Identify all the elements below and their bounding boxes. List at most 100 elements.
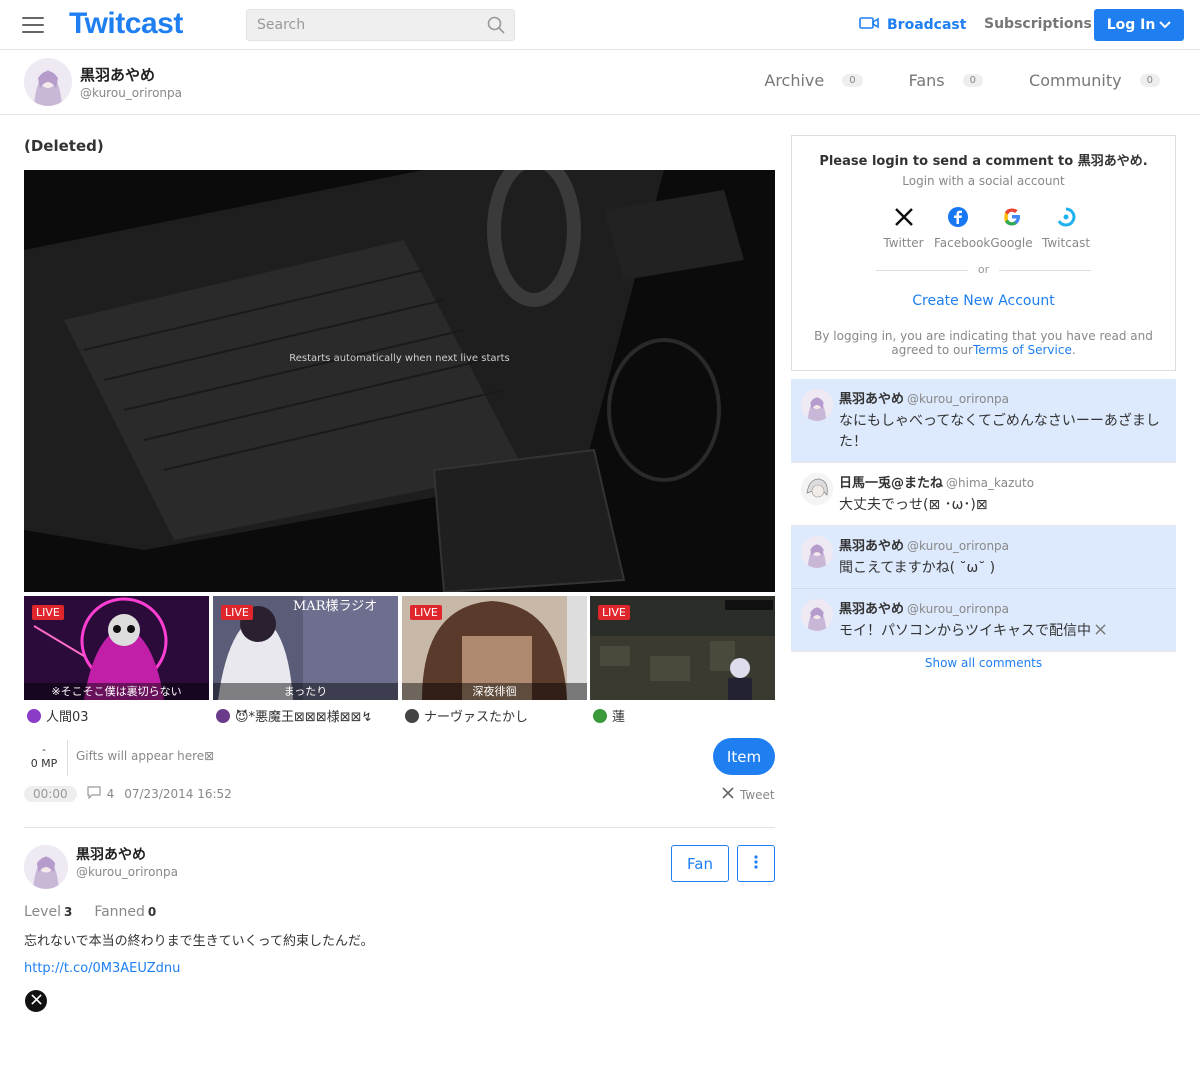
avatar[interactable] bbox=[801, 389, 833, 421]
broadcast-label: Broadcast bbox=[887, 17, 967, 33]
social-label: Twitcast bbox=[1042, 236, 1091, 250]
profile-stats: Level 3 Fanned 0 bbox=[24, 904, 156, 920]
login-label: Log In bbox=[1106, 17, 1156, 33]
terms-notice: By logging in, you are indicating that y… bbox=[804, 329, 1163, 357]
comment-item: 日馬一兎@またね @hima_kazuto 大丈夫でっせ(⊠ ･ω･)⊠ bbox=[791, 463, 1176, 526]
chevron-down-icon bbox=[1159, 17, 1172, 33]
svg-text:MAR様ラジオ: MAR様ラジオ bbox=[293, 599, 377, 614]
twitcast-login[interactable]: Twitcast bbox=[1042, 204, 1091, 250]
avatar[interactable] bbox=[801, 473, 833, 505]
live-caption: 深夜徘徊 bbox=[402, 683, 587, 700]
or-divider: or bbox=[876, 263, 1091, 276]
mp-dash: - bbox=[42, 743, 46, 756]
tab-community[interactable]: Community 0 bbox=[1029, 71, 1160, 90]
profile-name[interactable]: 黒羽あやめ bbox=[76, 844, 146, 864]
recommended-live-list: LIVE ※そこそこ僕は裏切らない 人間03 MAR様ラジオ LIVE まったり… bbox=[24, 596, 775, 726]
x-logo-icon bbox=[30, 993, 42, 1009]
player-message: Restarts automatically when next live st… bbox=[289, 353, 510, 364]
user-name[interactable]: 黒羽あやめ bbox=[80, 64, 155, 85]
live-thumbnail[interactable]: LIVE ※そこそこ僕は裏切らない bbox=[24, 596, 209, 700]
tab-archive[interactable]: Archive 0 bbox=[764, 71, 863, 90]
live-thumbnail[interactable]: LIVE 深夜徘徊 bbox=[402, 596, 587, 700]
search-input[interactable] bbox=[247, 10, 467, 40]
x-profile-link[interactable] bbox=[25, 990, 47, 1012]
profile-handle: @kurou_orironpa bbox=[76, 865, 178, 879]
duration-badge: 00:00 bbox=[24, 786, 77, 802]
comment-handle: @kurou_orironpa bbox=[907, 602, 1010, 616]
search-icon[interactable] bbox=[487, 16, 505, 38]
tab-fans[interactable]: Fans 0 bbox=[909, 71, 984, 90]
subscriptions-link[interactable]: Subscriptions bbox=[984, 16, 1092, 32]
divider bbox=[24, 827, 775, 828]
live-user-name: 人間03 bbox=[46, 710, 89, 725]
comment-icon bbox=[86, 786, 101, 802]
movie-title: (Deleted) bbox=[24, 137, 104, 155]
live-thumbnail[interactable]: MAR様ラジオ LIVE まったり bbox=[213, 596, 398, 700]
site-logo[interactable]: Twitcast bbox=[69, 7, 183, 41]
live-thumbnail[interactable]: LIVE bbox=[590, 596, 775, 700]
mp-label: 0 MP bbox=[30, 757, 58, 770]
level-stat: Level 3 bbox=[24, 904, 72, 920]
movie-date: 07/23/2014 16:52 bbox=[124, 787, 232, 801]
comment-item: 黒羽あやめ @kurou_orironpa モイ！パソコンからツイキャスで配信中 bbox=[791, 589, 1176, 652]
search-box[interactable] bbox=[246, 9, 515, 41]
live-badge: LIVE bbox=[410, 605, 442, 620]
avatar[interactable] bbox=[801, 599, 833, 631]
comment-author[interactable]: 日馬一兎@またね bbox=[839, 476, 943, 491]
tweet-button[interactable]: Tweet bbox=[722, 787, 775, 802]
comment-login-box: Please login to send a comment to 黒羽あやめ.… bbox=[791, 135, 1176, 371]
tab-label: Community bbox=[1029, 71, 1122, 90]
mp-counter: - 0 MP bbox=[24, 743, 64, 771]
google-icon bbox=[988, 204, 1035, 230]
recommended-live-item[interactable]: LIVE 深夜徘徊 ナーヴァスたかし bbox=[402, 596, 587, 726]
recommended-live-item[interactable]: MAR様ラジオ LIVE まったり 😈*悪魔王⊠⊠⊠様⊠⊠↯ bbox=[213, 596, 398, 726]
top-navigation-bar: Twitcast Broadcast Subscriptions Log In bbox=[0, 0, 1200, 50]
live-caption: まったり bbox=[213, 683, 398, 700]
live-user-name: 😈*悪魔王⊠⊠⊠様⊠⊠↯ bbox=[235, 710, 373, 725]
user-tabs: Archive 0 Fans 0 Community 0 bbox=[764, 71, 1160, 90]
gifts-placeholder: Gifts will appear here⊠ bbox=[76, 749, 215, 763]
comment-text: なにもしゃべってなくてごめんなさいーーあざました！ bbox=[839, 413, 1160, 450]
comment-author[interactable]: 黒羽あやめ bbox=[839, 602, 904, 617]
terms-suffix: . bbox=[1071, 343, 1076, 357]
recommended-live-item[interactable]: LIVE 蓮 bbox=[590, 596, 775, 726]
create-account-link[interactable]: Create New Account bbox=[792, 293, 1175, 309]
facebook-login[interactable]: Facebook bbox=[934, 204, 990, 250]
user-handle: @kurou_orironpa bbox=[80, 86, 182, 100]
avatar bbox=[593, 708, 607, 723]
comment-author[interactable]: 黒羽あやめ bbox=[839, 392, 904, 407]
avatar bbox=[405, 708, 419, 723]
recommended-live-item[interactable]: LIVE ※そこそこ僕は裏切らない 人間03 bbox=[24, 596, 209, 726]
login-button[interactable]: Log In bbox=[1094, 9, 1184, 41]
broadcast-link[interactable]: Broadcast bbox=[859, 16, 966, 34]
live-user-name: 蓮 bbox=[612, 710, 626, 725]
comment-author[interactable]: 黒羽あやめ bbox=[839, 539, 904, 554]
twitter-login[interactable]: Twitter bbox=[880, 204, 927, 250]
x-logo-icon bbox=[1095, 623, 1107, 639]
avatar[interactable] bbox=[24, 58, 72, 106]
fan-button[interactable]: Fan bbox=[671, 845, 729, 882]
comment-text: モイ！パソコンからツイキャスで配信中 bbox=[839, 623, 1091, 639]
more-options-button[interactable] bbox=[737, 845, 775, 882]
video-player[interactable]: Restarts automatically when next live st… bbox=[24, 170, 775, 592]
tab-count: 0 bbox=[1139, 74, 1160, 87]
google-login[interactable]: Google bbox=[988, 204, 1035, 250]
login-box-title: Please login to send a comment to 黒羽あやめ. bbox=[819, 154, 1148, 169]
avatar[interactable] bbox=[801, 536, 833, 568]
comment-text-row: モイ！パソコンからツイキャスで配信中 bbox=[839, 621, 1166, 642]
fanned-value: 0 bbox=[147, 905, 157, 919]
level-value: 3 bbox=[63, 905, 73, 919]
movie-meta: 00:00 4 07/23/2014 16:52 bbox=[24, 786, 232, 802]
tweet-label: Tweet bbox=[740, 787, 775, 802]
profile-link[interactable]: http://t.co/0M3AEUZdnu bbox=[24, 961, 180, 976]
tab-count: 0 bbox=[842, 74, 863, 87]
profile-bio: 忘れないで本当の終わりまで生きていくって約束したんだ。 bbox=[24, 934, 374, 949]
item-button[interactable]: Item bbox=[713, 738, 775, 775]
avatar[interactable] bbox=[24, 845, 68, 889]
social-label: Google bbox=[990, 236, 1033, 250]
facebook-icon bbox=[934, 204, 981, 230]
menu-icon[interactable] bbox=[22, 17, 44, 33]
show-all-comments-link[interactable]: Show all comments bbox=[791, 656, 1176, 670]
terms-of-service-link[interactable]: Terms of Service bbox=[973, 343, 1072, 357]
comment-handle: @kurou_orironpa bbox=[907, 539, 1010, 553]
